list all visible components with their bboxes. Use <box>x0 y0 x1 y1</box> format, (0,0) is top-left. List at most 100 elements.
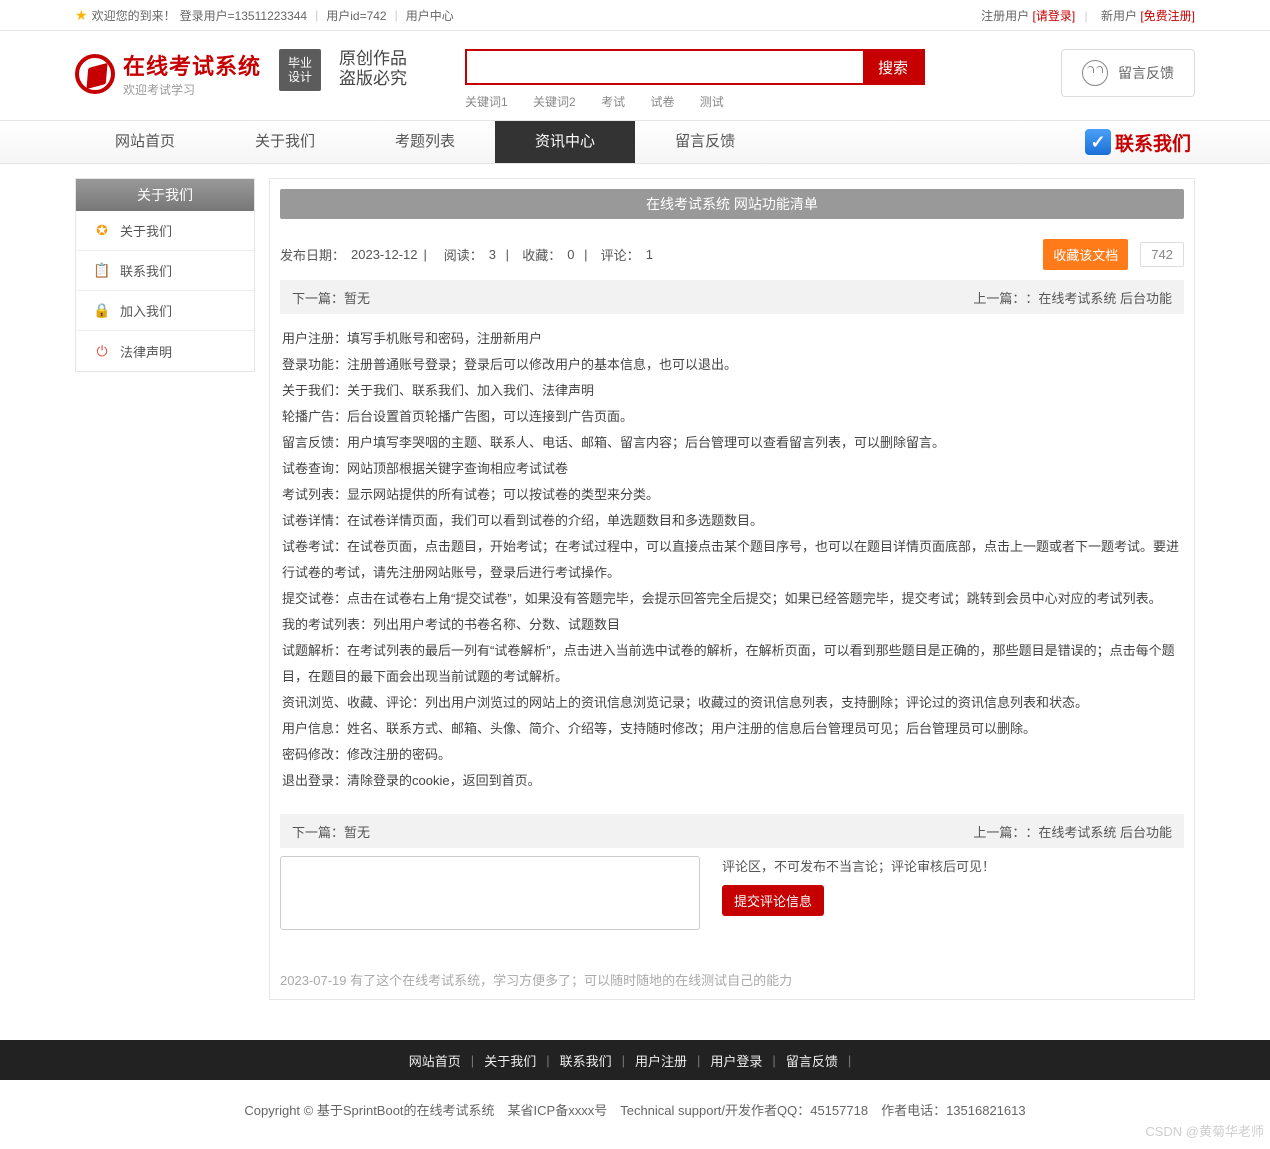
fav-label: 收藏： <box>522 245 561 264</box>
divider: | <box>315 8 318 22</box>
favorite-button[interactable]: 收藏该文档 <box>1043 239 1128 270</box>
search-keywords: 关键词1 关键词2 考试 试卷 测试 <box>465 93 925 110</box>
next-label: 下一篇： <box>292 822 344 841</box>
comment-label: 评论： <box>601 245 640 264</box>
comment-form: 评论区，不可发布不当言论；评论审核后可见！ 提交评论信息 <box>280 856 1184 930</box>
article-paragraph: 用户信息：姓名、联系方式、邮箱、头像、简介、介绍等，支持随时修改；用户注册的信息… <box>282 716 1182 742</box>
article-paragraph: 我的考试列表：列出用户考试的书卷名称、分数、试题数目 <box>282 612 1182 638</box>
article-paragraph: 考试列表：显示网站提供的所有试卷；可以按试卷的类型来分类。 <box>282 482 1182 508</box>
user-id: 用户id=742 <box>326 7 386 24</box>
footer-link[interactable]: 联系我们 <box>560 1051 612 1070</box>
sidebar-item-legal[interactable]: ⏻ 法律声明 <box>76 331 254 371</box>
login-link[interactable]: [请登录] <box>1032 9 1075 23</box>
footer-link[interactable]: 留言反馈 <box>786 1051 838 1070</box>
design-badge: 毕业 设计 <box>279 49 321 91</box>
article-paragraph: 试题解析：在考试列表的最后一列有“试卷解析”，点击进入当前选中试卷的解析，在解析… <box>282 638 1182 690</box>
main-nav: 网站首页 关于我们 考题列表 资讯中心 留言反馈 ✓ 联系我们 <box>0 120 1270 164</box>
fav-count: 0 <box>567 247 574 262</box>
next-link[interactable]: 暂无 <box>344 288 370 307</box>
next-label: 下一篇： <box>292 288 344 307</box>
article-paragraph: 关于我们：关于我们、联系我们、加入我们、法律声明 <box>282 378 1182 404</box>
submit-comment-button[interactable]: 提交评论信息 <box>722 885 824 916</box>
keyword-link[interactable]: 试卷 <box>650 95 674 109</box>
article-paragraph: 试卷考试：在试卷页面，点击题目，开始考试；在考试过程中，可以直接点击某个题目序号… <box>282 534 1182 586</box>
nav-about[interactable]: 关于我们 <box>215 121 355 163</box>
divider: | <box>1085 9 1088 23</box>
new-user-label: 新用户 <box>1101 9 1137 23</box>
nav-questions[interactable]: 考题列表 <box>355 121 495 163</box>
sidebar-item-label: 法律声明 <box>120 342 172 361</box>
next-link[interactable]: 暂无 <box>344 822 370 841</box>
content: 在线考试系统 网站功能清单 发布日期： 2023-12-12| 阅读： 3 | … <box>269 178 1195 1000</box>
article-paragraph: 资讯浏览、收藏、评论：列出用户浏览过的网站上的资讯信息浏览记录；收藏过的资讯信息… <box>282 690 1182 716</box>
reg-user-label: 注册用户 <box>981 9 1029 23</box>
nav-contact[interactable]: ✓ 联系我们 <box>1085 121 1195 163</box>
article-body: 用户注册：填写手机账号和密码，注册新用户登录功能：注册普通账号登录；登录后可以修… <box>280 314 1184 806</box>
footer-link[interactable]: 用户注册 <box>635 1051 687 1070</box>
article-paragraph: 留言反馈：用户填写李哭咽的主题、联系人、电话、邮箱、留言内容；后台管理可以查看留… <box>282 430 1182 456</box>
article-paragraph: 提交试卷：点击在试卷右上角“提交试卷”，如果没有答题完毕，会提示回答完全后提交；… <box>282 586 1182 612</box>
sidebar-item-join[interactable]: 🔒 加入我们 <box>76 291 254 331</box>
count-742: 742 <box>1140 242 1184 267</box>
feedback-button[interactable]: 留言反馈 <box>1061 49 1195 97</box>
footer-info: Copyright © 基于SprintBoot的在线考试系统 某省ICP备xx… <box>75 1080 1195 1149</box>
article-paragraph: 密码修改：修改注册的密码。 <box>282 742 1182 768</box>
slogan-line: 原创作品 <box>339 49 407 69</box>
sidebar-item-contact[interactable]: 📋 联系我们 <box>76 251 254 291</box>
comment-input[interactable] <box>280 856 700 930</box>
article-nav-bottom: 下一篇： 暂无 上一篇： ：在线考试系统 后台功能 <box>280 814 1184 848</box>
article-paragraph: 试卷详情：在试卷详情页面，我们可以看到试卷的介绍，单选题数目和多选题数目。 <box>282 508 1182 534</box>
headset-icon <box>1082 60 1108 86</box>
read-count: 3 <box>489 247 496 262</box>
sidebar-item-label: 加入我们 <box>120 301 172 320</box>
sidebar-title: 关于我们 <box>76 179 254 211</box>
footer-nav: 网站首页|关于我们|联系我们|用户注册|用户登录|留言反馈| <box>0 1040 1270 1080</box>
login-user: 登录用户=13511223344 <box>180 7 308 24</box>
search-input[interactable] <box>467 51 863 83</box>
keyword-link[interactable]: 关键词2 <box>533 95 576 109</box>
nav-news[interactable]: 资讯中心 <box>495 121 635 163</box>
prev-link[interactable]: ：在线考试系统 后台功能 <box>1025 288 1172 307</box>
keyword-link[interactable]: 考试 <box>601 95 625 109</box>
checkmark-icon: ✓ <box>1085 129 1111 155</box>
search-button[interactable]: 搜索 <box>863 51 923 83</box>
keyword-link[interactable]: 关键词1 <box>465 95 508 109</box>
article-paragraph: 退出登录：清除登录的cookie，返回到首页。 <box>282 768 1182 794</box>
info-icon: ✪ <box>94 223 110 239</box>
site-name: 在线考试系统 <box>123 49 261 81</box>
topbar: ★ 欢迎您的到来！ 登录用户=13511223344 | 用户id=742 | … <box>0 0 1270 31</box>
article-paragraph: 登录功能：注册普通账号登录；登录后可以修改用户的基本信息，也可以退出。 <box>282 352 1182 378</box>
nav-feedback[interactable]: 留言反馈 <box>635 121 775 163</box>
logo-icon <box>75 54 115 94</box>
footer-link[interactable]: 网站首页 <box>409 1051 461 1070</box>
article-paragraph: 轮播广告：后台设置首页轮播广告图，可以连接到广告页面。 <box>282 404 1182 430</box>
lock-icon: 🔒 <box>94 303 110 319</box>
read-label: 阅读： <box>444 245 483 264</box>
article-nav-top: 下一篇： 暂无 上一篇： ：在线考试系统 后台功能 <box>280 280 1184 314</box>
footer-link[interactable]: 关于我们 <box>484 1051 536 1070</box>
sidebar-item-about[interactable]: ✪ 关于我们 <box>76 211 254 251</box>
comment-count: 1 <box>646 247 653 262</box>
existing-comment: 2023-07-19 有了这个在线考试系统，学习方便多了；可以随时随地的在线测试… <box>280 970 1184 989</box>
prev-link[interactable]: ：在线考试系统 后台功能 <box>1025 822 1172 841</box>
sidebar: 关于我们 ✪ 关于我们 📋 联系我们 🔒 加入我们 ⏻ 法律声明 <box>75 178 255 372</box>
nav-home[interactable]: 网站首页 <box>75 121 215 163</box>
header: 在线考试系统 欢迎考试学习 毕业 设计 原创作品 盗版必究 搜索 关键词1 关键… <box>75 31 1195 120</box>
feedback-label: 留言反馈 <box>1118 63 1174 83</box>
contact-label: 联系我们 <box>1115 129 1191 156</box>
pub-date: 2023-12-12 <box>351 247 418 262</box>
user-center-link[interactable]: 用户中心 <box>406 7 454 24</box>
keyword-link[interactable]: 测试 <box>700 95 724 109</box>
slogan-line: 盗版必究 <box>339 69 407 89</box>
power-icon: ⏻ <box>94 343 110 359</box>
register-link[interactable]: [免费注册] <box>1140 9 1195 23</box>
article-paragraph: 用户注册：填写手机账号和密码，注册新用户 <box>282 326 1182 352</box>
footer-link[interactable]: 用户登录 <box>710 1051 762 1070</box>
badge-line: 设计 <box>288 70 312 84</box>
search-box: 搜索 <box>465 49 925 85</box>
logo[interactable]: 在线考试系统 欢迎考试学习 <box>75 49 261 98</box>
sidebar-item-label: 关于我们 <box>120 221 172 240</box>
clipboard-icon: 📋 <box>94 263 110 279</box>
pub-label: 发布日期： <box>280 245 345 264</box>
sidebar-item-label: 联系我们 <box>120 261 172 280</box>
